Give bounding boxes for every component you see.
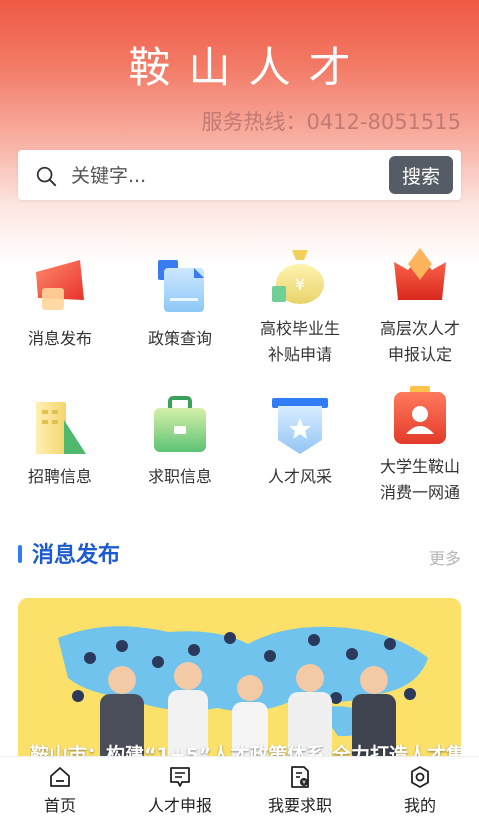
grid-label-line: 补贴申请 bbox=[267, 345, 332, 364]
home-icon bbox=[50, 767, 70, 787]
search-bar: 搜索 bbox=[18, 150, 461, 200]
grid-label-line: 申报认定 bbox=[387, 345, 452, 364]
grid-label: 求职信息 bbox=[147, 467, 212, 486]
document-icon bbox=[158, 260, 204, 312]
more-link[interactable]: 更多 bbox=[429, 545, 461, 569]
id-card-icon bbox=[394, 386, 446, 444]
award-icon bbox=[394, 248, 446, 300]
resume-icon: ¥ bbox=[291, 766, 309, 788]
section-accent-bar bbox=[18, 545, 22, 563]
section-title: 消息发布 bbox=[32, 543, 121, 568]
grid-label-line: 大学生鞍山 bbox=[379, 457, 460, 476]
grid-label: 高层次人才 申报认定 bbox=[360, 316, 479, 368]
grid-label: 高校毕业生 补贴申请 bbox=[240, 316, 360, 368]
search-icon bbox=[36, 166, 57, 187]
settings-icon bbox=[411, 766, 429, 788]
grid-label-line: 高层次人才 bbox=[379, 319, 460, 338]
grid-label: 政策查询 bbox=[147, 329, 212, 348]
grid-label: 消息发布 bbox=[27, 329, 92, 348]
news-card[interactable]: 鞍山市：构建“1+5”人才政策体系 全力打造人才集 bbox=[18, 598, 461, 778]
star-badge-icon bbox=[272, 398, 328, 454]
svg-text:¥: ¥ bbox=[302, 780, 306, 787]
search-input[interactable] bbox=[69, 159, 393, 193]
grid-label: 人才风采 bbox=[267, 467, 332, 486]
nav-label: 首页 bbox=[43, 796, 76, 815]
nav-label: 人才申报 bbox=[147, 796, 212, 815]
news-section-header: 消息发布 更多 bbox=[18, 537, 461, 573]
grid-label: 大学生鞍山 消费一网通 bbox=[360, 454, 479, 506]
grid-label: 招聘信息 bbox=[27, 467, 92, 486]
nav-profile[interactable]: 我的 bbox=[360, 757, 479, 815]
briefcase-icon bbox=[154, 396, 206, 452]
nav-label: 我要求职 bbox=[267, 796, 332, 815]
nav-home[interactable]: 首页 bbox=[0, 757, 120, 815]
search-button[interactable]: 搜索 bbox=[389, 156, 453, 194]
money-bag-icon: ¥ bbox=[272, 250, 324, 304]
nav-label: 我的 bbox=[403, 796, 436, 815]
buildings-icon bbox=[36, 402, 86, 454]
app-title: 鞍山人才 bbox=[128, 43, 369, 92]
message-icon bbox=[170, 767, 190, 787]
nav-talent-declaration[interactable]: 人才申报 bbox=[120, 757, 240, 815]
svg-text:¥: ¥ bbox=[295, 275, 305, 294]
service-hotline[interactable]: 服务热线：0412-8051515 bbox=[201, 106, 461, 136]
bottom-navigation: 首页 人才申报 ¥ 我要求职 我的 bbox=[0, 756, 479, 815]
nav-job-seeking[interactable]: ¥ 我要求职 bbox=[240, 757, 360, 815]
grid-label-line: 高校毕业生 bbox=[259, 319, 340, 338]
grid-label-line: 消费一网通 bbox=[379, 483, 460, 502]
megaphone-icon bbox=[36, 260, 84, 310]
